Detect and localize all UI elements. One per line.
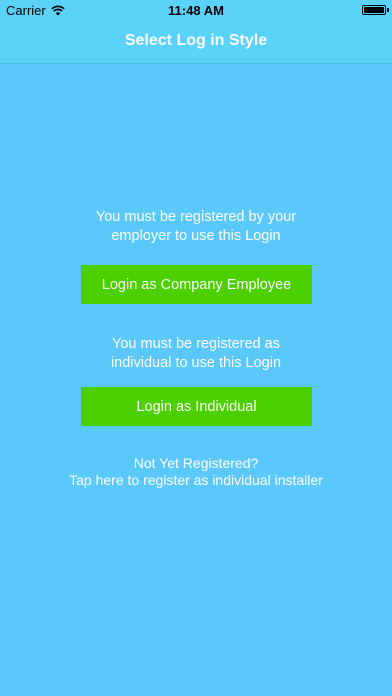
individual-info-line1: You must be registered as xyxy=(112,336,280,352)
battery-fill xyxy=(364,7,384,13)
register-link[interactable]: Not Yet Registered? Tap here to register… xyxy=(20,455,372,489)
status-bar: Carrier 11:48 AM xyxy=(0,0,392,20)
individual-info-line2: individual to use this Login xyxy=(110,355,282,371)
battery-icon xyxy=(362,5,389,15)
individual-login-info: You must be registered as individual to … xyxy=(40,335,352,373)
login-company-employee-button[interactable]: Login as Company Employee xyxy=(81,265,312,304)
page-title: Select Log in Style xyxy=(124,32,268,49)
company-info-line2: employer to use this Login xyxy=(111,228,281,244)
status-time: 11:48 AM xyxy=(168,3,224,18)
register-line1: Not Yet Registered? xyxy=(133,455,259,471)
battery-tip xyxy=(387,8,389,12)
nav-bar: Select Log in Style xyxy=(0,20,392,64)
login-individual-button[interactable]: Login as Individual xyxy=(81,387,312,426)
company-info-line1: You must be registered by your xyxy=(95,209,297,225)
register-line2: Tap here to register as individual insta… xyxy=(69,472,323,488)
company-login-info: You must be registered by your employer … xyxy=(40,208,352,246)
